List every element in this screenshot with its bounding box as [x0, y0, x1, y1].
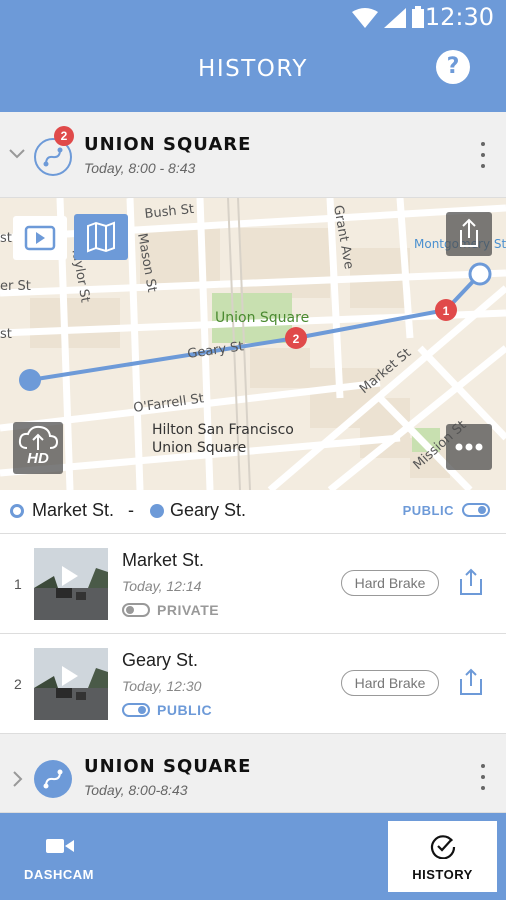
visibility-label: PUBLIC — [402, 503, 454, 518]
clip-title: Geary St. — [122, 650, 199, 670]
street-label-partial-3: st — [0, 327, 12, 342]
status-icons — [352, 6, 424, 28]
share-icon[interactable] — [458, 668, 484, 696]
visibility-toggle[interactable] — [462, 503, 490, 517]
more-options-icon[interactable] — [480, 764, 486, 790]
clip-thumbnail[interactable] — [34, 548, 108, 620]
nav-dashcam-label: DASHCAM — [24, 867, 94, 882]
event-tag: Hard Brake — [341, 670, 439, 696]
trip-title: UNION SQUARE — [84, 756, 252, 777]
chevron-down-icon[interactable] — [8, 144, 26, 162]
clip-time: Today, 12:30 — [122, 678, 202, 694]
trip-subtitle: Today, 8:00 - 8:43 — [84, 160, 196, 176]
clip-time: Today, 12:14 — [122, 578, 202, 594]
help-icon: ? — [446, 54, 460, 79]
place-label-hilton: Hilton San Francisco — [152, 422, 294, 438]
clip-row[interactable]: 1 Market St. Today, 12:14 PRIVATE Hard B… — [0, 534, 506, 634]
trip-header-expanded[interactable]: 2 UNION SQUARE Today, 8:00 - 8:43 — [0, 112, 506, 198]
street-label-partial-1: st — [0, 231, 12, 246]
route-to: Geary St. — [170, 500, 247, 520]
trip-map[interactable]: 2 1 Bush St Grant Ave Mason St Taylor St… — [0, 198, 506, 490]
video-view-button[interactable] — [13, 216, 67, 260]
clip-index: 2 — [14, 676, 22, 692]
more-options-icon[interactable] — [480, 142, 486, 168]
marker-2-label: 2 — [293, 332, 300, 346]
clip-title: Market St. — [122, 550, 205, 570]
event-tag: Hard Brake — [341, 570, 439, 596]
route-separator: - — [128, 500, 134, 520]
notification-badge: 2 — [54, 126, 74, 146]
privacy-toggle[interactable] — [122, 603, 150, 617]
app-bar: HISTORY ? — [0, 34, 506, 112]
marker-1-label: 1 — [443, 304, 450, 318]
battery-icon — [412, 6, 424, 28]
share-map-button[interactable] — [446, 212, 492, 256]
nav-history-label: HISTORY — [412, 867, 473, 882]
nav-dashcam[interactable]: DASHCAM — [0, 813, 118, 900]
status-bar: 12:30 — [0, 0, 506, 34]
place-label-hilton-2: Union Square — [152, 440, 246, 456]
upload-cloud-icon — [18, 425, 59, 450]
check-circle-icon — [430, 835, 456, 859]
start-point-icon — [10, 504, 24, 518]
wifi-icon — [352, 8, 378, 28]
share-icon[interactable] — [458, 568, 484, 596]
map-icon — [87, 221, 115, 253]
route-from: Market St. — [32, 500, 115, 520]
chevron-right-icon[interactable] — [8, 770, 26, 788]
trip-subtitle: Today, 8:00-8:43 — [84, 782, 188, 798]
signal-icon — [384, 8, 406, 28]
hd-label: HD — [27, 450, 49, 467]
place-label-union-square: Union Square — [215, 310, 309, 326]
privacy-toggle[interactable] — [122, 703, 150, 717]
nav-history[interactable]: HISTORY — [388, 821, 497, 892]
route-summary: Market St. - Geary St. PUBLIC — [0, 490, 506, 534]
end-point-icon — [150, 504, 164, 518]
share-icon — [460, 218, 478, 247]
trip-header-collapsed[interactable]: UNION SQUARE Today, 8:00-8:43 — [0, 734, 506, 813]
video-camera-icon — [46, 839, 74, 853]
help-button[interactable]: ? — [436, 50, 470, 84]
bottom-navigation: DASHCAM HISTORY — [0, 813, 506, 900]
play-video-icon — [24, 225, 56, 251]
clip-thumbnail[interactable] — [34, 648, 108, 720]
more-map-button[interactable] — [446, 424, 492, 470]
route-end-point — [468, 262, 492, 286]
route-icon — [34, 760, 72, 798]
clip-row[interactable]: 2 Geary St. Today, 12:30 PUBLIC Hard Bra… — [0, 634, 506, 734]
privacy-label: PRIVATE — [157, 602, 220, 618]
privacy-label: PUBLIC — [157, 702, 213, 718]
page-title: HISTORY — [198, 56, 308, 82]
map-view-button[interactable] — [74, 214, 128, 260]
more-icon — [455, 443, 483, 451]
upload-hd-button[interactable]: HD — [13, 422, 63, 474]
route-start-point — [19, 369, 41, 391]
street-label-partial-2: er St — [0, 279, 31, 294]
status-time: 12:30 — [424, 3, 494, 31]
clip-index: 1 — [14, 576, 22, 592]
trip-title: UNION SQUARE — [84, 134, 252, 155]
